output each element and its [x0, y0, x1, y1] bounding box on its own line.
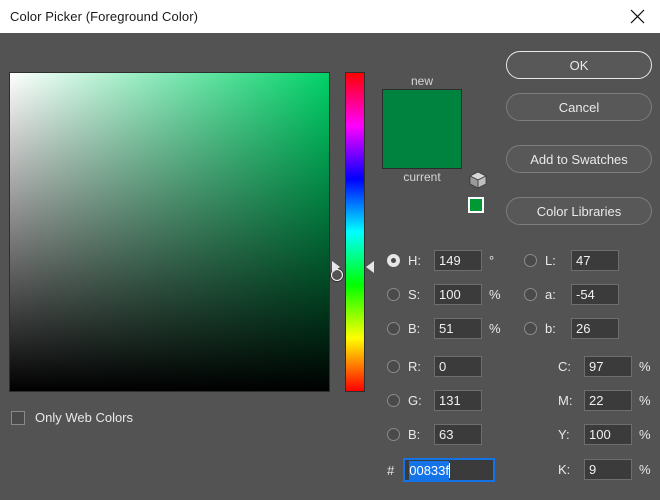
- input-cmyk-y[interactable]: [584, 423, 632, 445]
- input-cmyk-m[interactable]: [584, 389, 632, 411]
- radio-rgb-b[interactable]: [387, 427, 400, 441]
- label-rgb-r: R:: [408, 358, 421, 374]
- label-hsb-b: B:: [408, 320, 421, 336]
- cancel-button[interactable]: Cancel: [506, 93, 652, 121]
- lab-row-b: b:: [524, 317, 619, 339]
- input-hsb-b[interactable]: [434, 317, 482, 339]
- unit-cmyk-k: %: [639, 461, 651, 477]
- new-color-label: new: [410, 74, 433, 88]
- black-gradient-overlay: [10, 73, 329, 391]
- add-to-swatches-button[interactable]: Add to Swatches: [506, 145, 652, 173]
- unit-hsb-s: %: [489, 286, 501, 302]
- hue-slider[interactable]: [345, 72, 365, 392]
- unit-cmyk-c: %: [639, 358, 651, 374]
- cmyk-row-k: K: %: [558, 458, 655, 480]
- unit-cmyk-y: %: [639, 426, 651, 442]
- label-rgb-b: B:: [408, 426, 421, 442]
- hue-slider-marker-right[interactable]: [366, 261, 374, 273]
- label-cmyk-m: M:: [558, 392, 573, 408]
- only-web-colors-label: Only Web Colors: [35, 410, 134, 425]
- radio-hsb-s[interactable]: [387, 287, 400, 301]
- ok-button[interactable]: OK: [506, 51, 652, 79]
- unit-hsb-b: %: [489, 320, 501, 336]
- radio-hsb-b[interactable]: [387, 321, 400, 335]
- input-lab-a[interactable]: [571, 283, 619, 305]
- web-safe-color-swatch[interactable]: [468, 197, 484, 213]
- only-web-colors-option[interactable]: Only Web Colors: [11, 410, 133, 425]
- label-lab-l: L:: [545, 252, 556, 268]
- hsb-row-h: H: °: [387, 249, 505, 271]
- gamut-warnings: [468, 170, 490, 213]
- radio-lab-b[interactable]: [524, 321, 537, 335]
- lab-row-l: L:: [524, 249, 619, 271]
- input-hsb-s[interactable]: [434, 283, 482, 305]
- hex-input[interactable]: 00833f: [403, 458, 496, 482]
- cmyk-row-c: C: %: [558, 355, 655, 377]
- input-rgb-r[interactable]: [434, 355, 482, 377]
- current-color-label: current: [403, 170, 441, 184]
- label-cmyk-k: K:: [558, 461, 571, 477]
- input-hsb-h[interactable]: [434, 249, 482, 271]
- window-title: Color Picker (Foreground Color): [10, 9, 199, 24]
- hue-slider-marker-left[interactable]: [332, 261, 340, 273]
- out-of-gamut-cube-icon[interactable]: [468, 170, 488, 190]
- input-cmyk-k[interactable]: [584, 458, 632, 480]
- color-libraries-button[interactable]: Color Libraries: [506, 197, 652, 225]
- lab-row-a: a:: [524, 283, 619, 305]
- window-titlebar: Color Picker (Foreground Color): [0, 0, 660, 33]
- radio-lab-l[interactable]: [524, 253, 537, 267]
- saturation-brightness-field[interactable]: [9, 72, 343, 392]
- cmyk-row-m: M: %: [558, 389, 655, 411]
- label-cmyk-c: C:: [558, 358, 571, 374]
- hsb-row-b: B: %: [387, 317, 505, 339]
- close-icon[interactable]: [614, 0, 660, 33]
- radio-rgb-r[interactable]: [387, 359, 400, 373]
- only-web-colors-checkbox[interactable]: [11, 410, 25, 425]
- input-rgb-g[interactable]: [434, 389, 482, 411]
- rgb-row-g: G:: [387, 389, 482, 411]
- input-rgb-b[interactable]: [434, 423, 482, 445]
- hex-field-row: # 00833f: [387, 458, 496, 482]
- unit-cmyk-m: %: [639, 392, 651, 408]
- input-lab-b[interactable]: [571, 317, 619, 339]
- unit-hsb-h: °: [489, 252, 495, 268]
- label-cmyk-y: Y:: [558, 426, 570, 442]
- label-lab-a: a:: [545, 286, 556, 302]
- label-lab-b: b:: [545, 320, 556, 336]
- input-cmyk-c[interactable]: [584, 355, 632, 377]
- color-picker-dialog: new current OK Cancel Add to Swatches Co…: [0, 33, 660, 500]
- label-hsb-s: S:: [408, 286, 421, 302]
- new-color-swatch[interactable]: [382, 89, 462, 169]
- label-rgb-g: G:: [408, 392, 422, 408]
- rgb-row-r: R:: [387, 355, 482, 377]
- radio-rgb-g[interactable]: [387, 393, 400, 407]
- cmyk-row-y: Y: %: [558, 423, 655, 445]
- hex-hash-label: #: [387, 462, 395, 478]
- radio-hsb-h[interactable]: [387, 253, 400, 267]
- color-preview: new current: [382, 73, 462, 185]
- hsb-row-s: S: %: [387, 283, 505, 305]
- rgb-row-b: B:: [387, 423, 482, 445]
- hex-input-value: 00833f: [409, 460, 449, 480]
- text-caret: [449, 462, 450, 478]
- close-glyph: [630, 9, 644, 24]
- radio-lab-a[interactable]: [524, 287, 537, 301]
- label-hsb-h: H:: [408, 252, 421, 268]
- input-lab-l[interactable]: [571, 249, 619, 271]
